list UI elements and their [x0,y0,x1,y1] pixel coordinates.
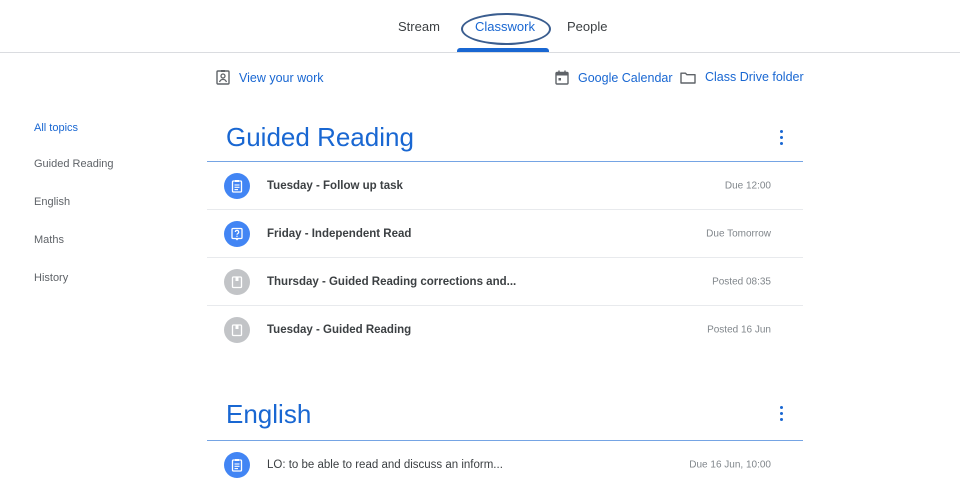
folder-icon [680,72,696,84]
list-item[interactable]: Thursday - Guided Reading corrections an… [207,258,803,306]
list-item[interactable]: Tuesday - Guided Reading Posted 16 Jun [207,306,803,353]
topic-title-guided-reading: Guided Reading [226,122,414,152]
top-navigation: Stream Classwork People [0,0,960,53]
topic-title-english: English [226,399,312,429]
assignment-icon [224,172,250,199]
google-calendar-link[interactable]: Google Calendar [555,70,673,85]
sidebar-item-all-topics[interactable]: All topics [34,122,78,134]
material-icon [224,268,250,295]
list-item[interactable]: Friday - Independent Read Due Tomorrow [207,210,803,258]
view-your-work-label: View your work [239,70,324,85]
item-status: Due Tomorrow [706,228,771,239]
item-status: Due 16 Jun, 10:00 [689,459,771,470]
item-status: Posted 16 Jun [707,324,771,335]
view-your-work-link[interactable]: View your work [216,70,324,85]
class-drive-folder-label: Class Drive folder [705,70,804,84]
item-status: Due 12:00 [724,180,771,191]
item-title: Tuesday - Follow up task [267,179,403,192]
item-title: Friday - Independent Read [267,227,412,240]
item-status: Posted 08:35 [712,276,771,287]
sidebar-item-guided-reading[interactable]: Guided Reading [34,158,114,170]
more-options-icon[interactable] [780,406,784,422]
active-tab-indicator [457,48,549,52]
tab-stream[interactable]: Stream [398,19,440,34]
sidebar-item-maths[interactable]: Maths [34,234,64,246]
item-title: Thursday - Guided Reading corrections an… [267,275,517,288]
list-item[interactable]: LO: to be able to read and discuss an in… [207,441,803,488]
list-item[interactable]: Tuesday - Follow up task Due 12:00 [207,162,803,210]
sidebar-item-history[interactable]: History [34,272,68,284]
question-icon [224,220,250,247]
person-badge-icon [216,70,230,85]
highlight-circle-annotation [461,13,551,45]
google-calendar-label: Google Calendar [578,70,673,85]
item-title: LO: to be able to read and discuss an in… [267,458,503,471]
class-drive-folder-link[interactable]: Class Drive folder [680,70,804,84]
material-icon [224,316,250,343]
tab-people[interactable]: People [567,19,607,34]
more-options-icon[interactable] [780,130,784,146]
sidebar-item-english[interactable]: English [34,196,70,208]
calendar-icon [555,70,569,85]
assignment-icon [224,451,250,478]
item-title: Tuesday - Guided Reading [267,323,412,336]
